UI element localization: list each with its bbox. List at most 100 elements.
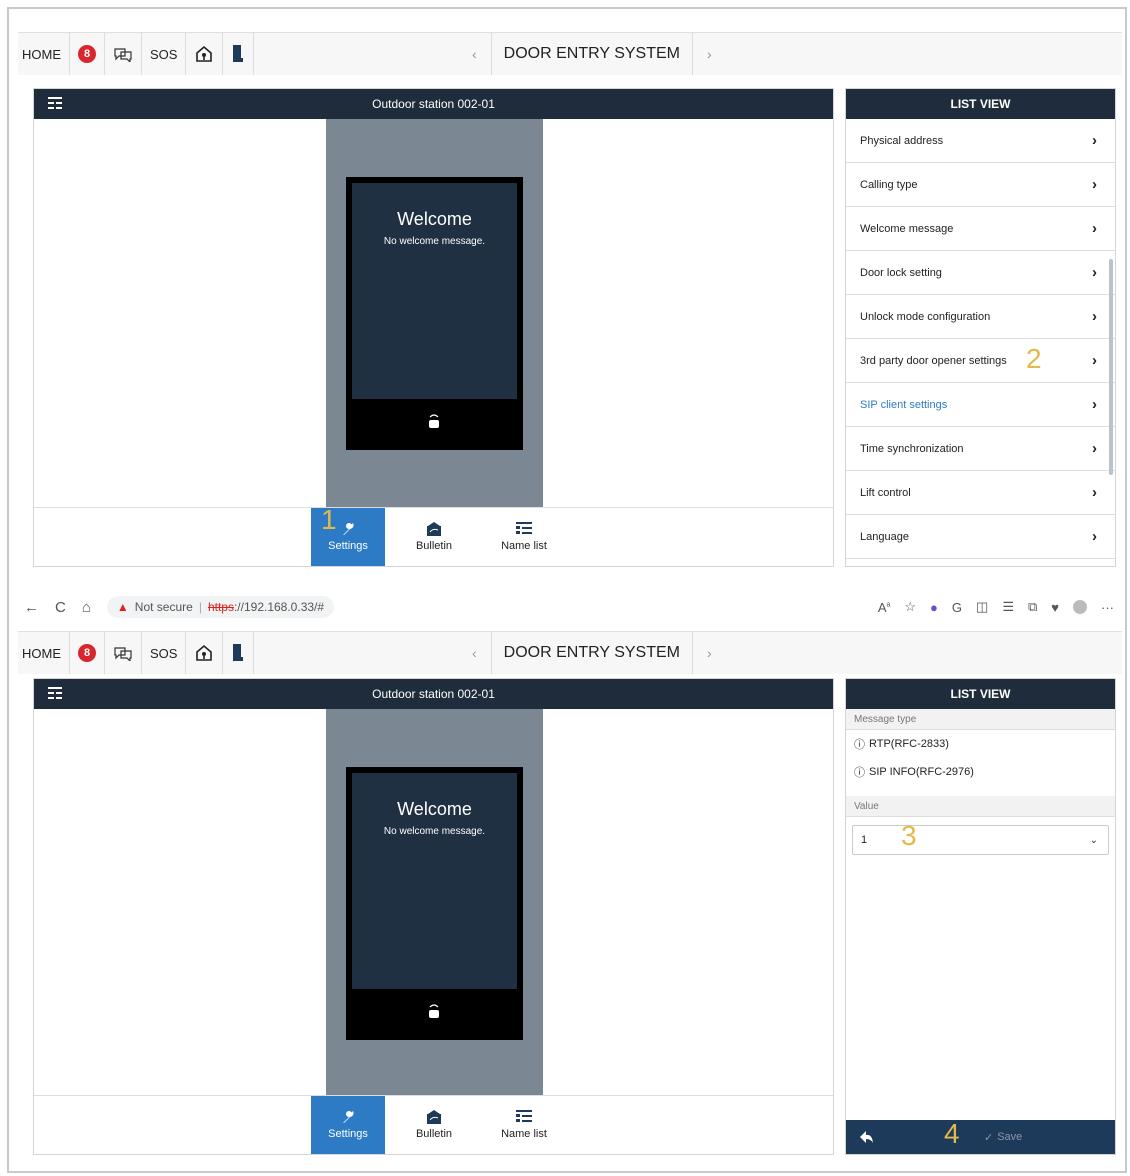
address-bar[interactable]: ▲ Not secure | https://192.168.0.33/# [106, 596, 335, 618]
list-view-panel: LIST VIEW Message type ⓘ RTP(RFC-2833) ⓘ S… [845, 678, 1116, 1155]
option-sip-info[interactable]: ⓘ SIP INFO(RFC-2976) [846, 758, 1115, 786]
top-navigation: HOME 8 SOS ‹ DOOR ENTRY SYSTEM › [18, 631, 1122, 674]
device-screen: Welcome No welcome message. [352, 183, 517, 399]
list-item-language[interactable]: Language › [846, 515, 1115, 559]
list-scrollbar[interactable] [1109, 259, 1113, 475]
list-view-header: LIST VIEW [846, 89, 1115, 119]
extension-icon[interactable]: ● [930, 600, 938, 615]
collections-icon[interactable]: ⧉ [1028, 599, 1037, 615]
messages-icon [114, 647, 132, 661]
device-preview-area: Welcome No welcome message. [326, 709, 543, 1096]
option-rtp[interactable]: ⓘ RTP(RFC-2833) [846, 730, 1115, 758]
list-item-physical-address[interactable]: Physical address › [846, 119, 1115, 163]
viewer-tabbar: Settings Bulletin Name list [34, 1095, 833, 1154]
favorite-star-icon[interactable]: ☆ [904, 599, 916, 615]
device-screen: Welcome No welcome message. [352, 773, 517, 989]
chevron-right-icon: › [1092, 396, 1097, 413]
name-list-icon [516, 522, 532, 534]
back-button[interactable] [846, 1120, 888, 1154]
house-alert-icon [196, 644, 213, 661]
list-item-unlock-mode[interactable]: Unlock mode configuration › [846, 295, 1115, 339]
split-screen-icon[interactable]: ◫ [976, 599, 988, 615]
warning-icon: ▲ [116, 600, 129, 614]
bulletin-icon [427, 522, 441, 536]
back-arrow-icon[interactable]: ← [24, 599, 39, 616]
list-item-calling-type[interactable]: Calling type › [846, 163, 1115, 207]
viewer-title: Outdoor station 002-01 [372, 687, 495, 701]
tab-name-list[interactable]: Name list [487, 1096, 561, 1154]
messages-button[interactable] [105, 33, 142, 75]
prev-section-button[interactable]: ‹ [458, 46, 491, 62]
url-path: ://192.168.0.33/# [233, 600, 325, 614]
next-section-button[interactable]: › [693, 46, 726, 62]
notifications-button[interactable]: 8 [70, 632, 105, 674]
read-aloud-icon[interactable]: Aa [878, 600, 891, 615]
list-view-footer: 4 ✓ Save [846, 1118, 1115, 1154]
refresh-extension-icon[interactable]: G [952, 600, 962, 615]
sos-button[interactable]: SOS [142, 632, 187, 674]
bulletin-icon [427, 1110, 441, 1124]
outdoor-station-device: Welcome No welcome message. [346, 767, 523, 1040]
prev-section-button[interactable]: ‹ [458, 645, 491, 661]
next-section-button[interactable]: › [693, 645, 726, 661]
device-viewer: Outdoor station 002-01 Welcome No welcom… [33, 88, 834, 567]
door-button[interactable] [223, 632, 255, 674]
viewer-header: Outdoor station 002-01 [34, 89, 833, 119]
home-icon[interactable]: ⌂ [82, 599, 91, 616]
layout-toggle-icon[interactable] [48, 97, 62, 109]
back-arrow-icon [860, 1131, 873, 1143]
list-item-door-lock-setting[interactable]: Door lock setting › [846, 251, 1115, 295]
value-label: Value [846, 796, 1115, 817]
outdoor-station-device: Welcome No welcome message. [346, 177, 523, 450]
tab-name-list[interactable]: Name list [487, 508, 561, 566]
chevron-right-icon: › [1092, 176, 1097, 193]
browser-toolbar: ← C ⌂ ▲ Not secure | https://192.168.0.3… [18, 593, 1122, 621]
notification-badge: 8 [78, 45, 96, 63]
reload-icon[interactable]: C [55, 599, 66, 616]
house-alert-button[interactable] [186, 33, 224, 75]
sos-button[interactable]: SOS [142, 33, 187, 75]
more-menu-icon[interactable]: ··· [1101, 600, 1114, 615]
tab-bulletin[interactable]: Bulletin [397, 508, 471, 566]
device-viewer: Outdoor station 002-01 Welcome No welcom… [33, 678, 834, 1155]
call-button-icon [429, 1004, 439, 1018]
browser-actions: Aa ☆ ● G ◫ ☰ ⧉ ♥ ··· [878, 599, 1114, 615]
layout-toggle-icon[interactable] [48, 687, 62, 699]
value-select[interactable]: 1 3 ⌄ [852, 820, 1109, 855]
viewer-tabbar: Settings Bulletin Name list 1 [34, 504, 833, 566]
list-view-panel: LIST VIEW Physical address › Calling type… [845, 88, 1116, 567]
step-marker-2: 2 [1026, 343, 1042, 374]
browser-essentials-icon[interactable]: ♥ [1051, 600, 1059, 615]
profile-avatar[interactable] [1073, 600, 1087, 614]
list-item-time-sync[interactable]: Time synchronization › [846, 427, 1115, 471]
device-preview-area: Welcome No welcome message. [326, 119, 543, 507]
viewer-header: Outdoor station 002-01 [34, 679, 833, 709]
tab-settings[interactable]: Settings [311, 1096, 385, 1154]
welcome-title: Welcome [397, 209, 472, 229]
door-button[interactable] [223, 33, 255, 75]
tab-bulletin[interactable]: Bulletin [397, 1096, 471, 1154]
notifications-button[interactable]: 8 [70, 33, 105, 75]
welcome-message: No welcome message. [383, 236, 486, 247]
list-item-sip-client-settings[interactable]: SIP client settings › [846, 383, 1115, 427]
list-item-lift-control[interactable]: Lift control › [846, 471, 1115, 515]
system-title: DOOR ENTRY SYSTEM [490, 33, 693, 75]
list-item-welcome-message[interactable]: Welcome message › [846, 207, 1115, 251]
door-icon [233, 644, 244, 661]
chevron-right-icon: › [1092, 484, 1097, 501]
favorites-list-icon[interactable]: ☰ [1002, 599, 1014, 615]
home-button[interactable]: HOME [18, 632, 70, 674]
chevron-right-icon: › [1092, 528, 1097, 545]
house-alert-button[interactable] [186, 632, 224, 674]
url-scheme: https [207, 600, 234, 614]
step-marker-3: 3 [901, 820, 917, 851]
viewer-title: Outdoor station 002-01 [372, 97, 495, 111]
chevron-down-icon: ⌄ [1089, 834, 1098, 846]
messages-button[interactable] [105, 632, 142, 674]
save-button[interactable]: ✓ Save [984, 1120, 1022, 1154]
home-button[interactable]: HOME [18, 33, 70, 75]
wrench-icon [343, 1111, 354, 1123]
notification-badge: 8 [78, 644, 96, 662]
messages-icon [114, 48, 132, 62]
list-item-3rd-party-opener[interactable]: 3rd party door opener settings 2 › [846, 339, 1115, 383]
